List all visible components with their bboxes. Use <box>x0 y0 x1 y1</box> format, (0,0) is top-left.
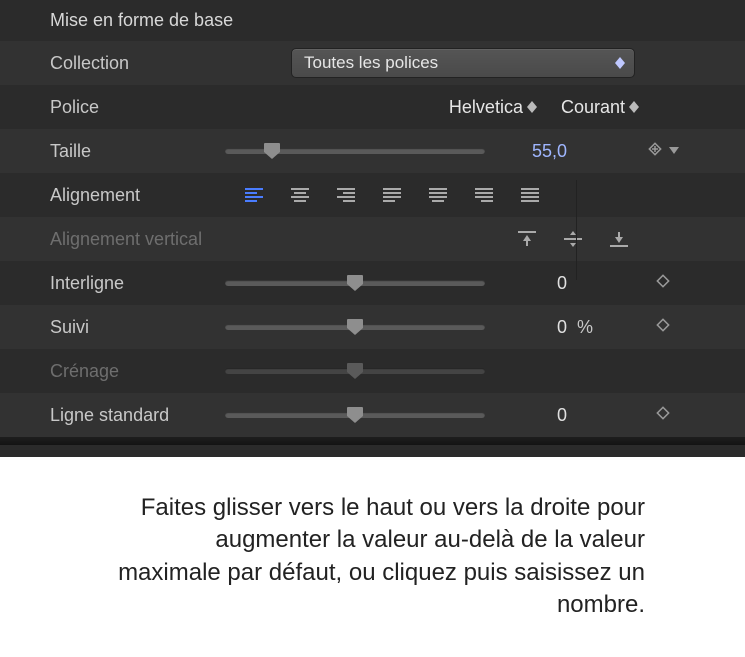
font-family-value: Helvetica <box>449 97 523 118</box>
formatting-panel: Mise en forme de base Collection Toutes … <box>0 0 745 457</box>
callout-leader-line <box>576 180 577 280</box>
popup-arrows-icon <box>614 57 626 69</box>
tracking-label: Suivi <box>50 317 225 338</box>
panel-title: Mise en forme de base <box>0 6 745 41</box>
valign-middle-button[interactable] <box>553 226 593 252</box>
collection-label: Collection <box>50 53 225 74</box>
tracking-slider[interactable] <box>225 324 485 330</box>
keyframe-icon[interactable] <box>655 405 671 426</box>
panel-divider <box>0 437 745 445</box>
row-size: Taille 55,0 <box>0 129 745 173</box>
align-left-button[interactable] <box>231 182 277 208</box>
row-alignment: Alignement <box>0 173 745 217</box>
size-label: Taille <box>50 141 225 162</box>
kerning-slider <box>225 368 485 374</box>
stepper-arrows-icon <box>527 101 537 113</box>
row-kerning: Crénage <box>0 349 745 393</box>
row-tracking: Suivi 0 % <box>0 305 745 349</box>
align-center-button[interactable] <box>277 182 323 208</box>
font-family-popup[interactable]: Helvetica <box>449 97 537 118</box>
keyframe-icon[interactable] <box>655 317 671 338</box>
align-justify-center-button[interactable] <box>415 182 461 208</box>
size-slider[interactable] <box>225 148 485 154</box>
stepper-arrows-icon <box>629 101 639 113</box>
baseline-value[interactable]: 0 <box>491 405 571 426</box>
collection-value: Toutes les polices <box>304 53 438 73</box>
alignment-label: Alignement <box>50 185 225 206</box>
keyframe-icon[interactable] <box>655 273 671 294</box>
row-baseline: Ligne standard 0 <box>0 393 745 437</box>
valign-label: Alignement vertical <box>50 229 225 250</box>
baseline-slider[interactable] <box>225 412 485 418</box>
font-label: Police <box>50 97 225 118</box>
tracking-unit: % <box>577 317 617 338</box>
disclosure-icon[interactable] <box>667 141 681 162</box>
callout-text: Faites glisser vers le haut ou vers la d… <box>115 492 645 622</box>
leading-label: Interligne <box>50 273 225 294</box>
row-leading: Interligne 0 <box>0 261 745 305</box>
alignment-group <box>231 182 553 208</box>
baseline-label: Ligne standard <box>50 405 225 426</box>
slider-thumb-icon[interactable] <box>263 142 281 158</box>
slider-thumb-icon[interactable] <box>346 406 364 422</box>
slider-thumb-icon[interactable] <box>346 318 364 334</box>
add-keyframe-icon[interactable] <box>645 139 665 164</box>
align-justify-right-button[interactable] <box>461 182 507 208</box>
row-valign: Alignement vertical <box>0 217 745 261</box>
valign-top-button[interactable] <box>507 226 547 252</box>
font-style-popup[interactable]: Courant <box>561 97 639 118</box>
kerning-label: Crénage <box>50 361 225 382</box>
collection-popup[interactable]: Toutes les polices <box>291 48 635 78</box>
align-justify-full-button[interactable] <box>507 182 553 208</box>
tracking-value[interactable]: 0 <box>491 317 571 338</box>
row-collection: Collection Toutes les polices <box>0 41 745 85</box>
slider-thumb-icon[interactable] <box>346 274 364 290</box>
align-right-button[interactable] <box>323 182 369 208</box>
row-font: Police Helvetica Courant <box>0 85 745 129</box>
size-value[interactable]: 55,0 <box>491 141 571 162</box>
leading-value[interactable]: 0 <box>491 273 571 294</box>
valign-bottom-button[interactable] <box>599 226 639 252</box>
font-style-value: Courant <box>561 97 625 118</box>
callout-area: Faites glisser vers le haut ou vers la d… <box>0 457 745 657</box>
slider-thumb-icon <box>346 362 364 378</box>
leading-slider[interactable] <box>225 280 485 286</box>
align-justify-left-button[interactable] <box>369 182 415 208</box>
